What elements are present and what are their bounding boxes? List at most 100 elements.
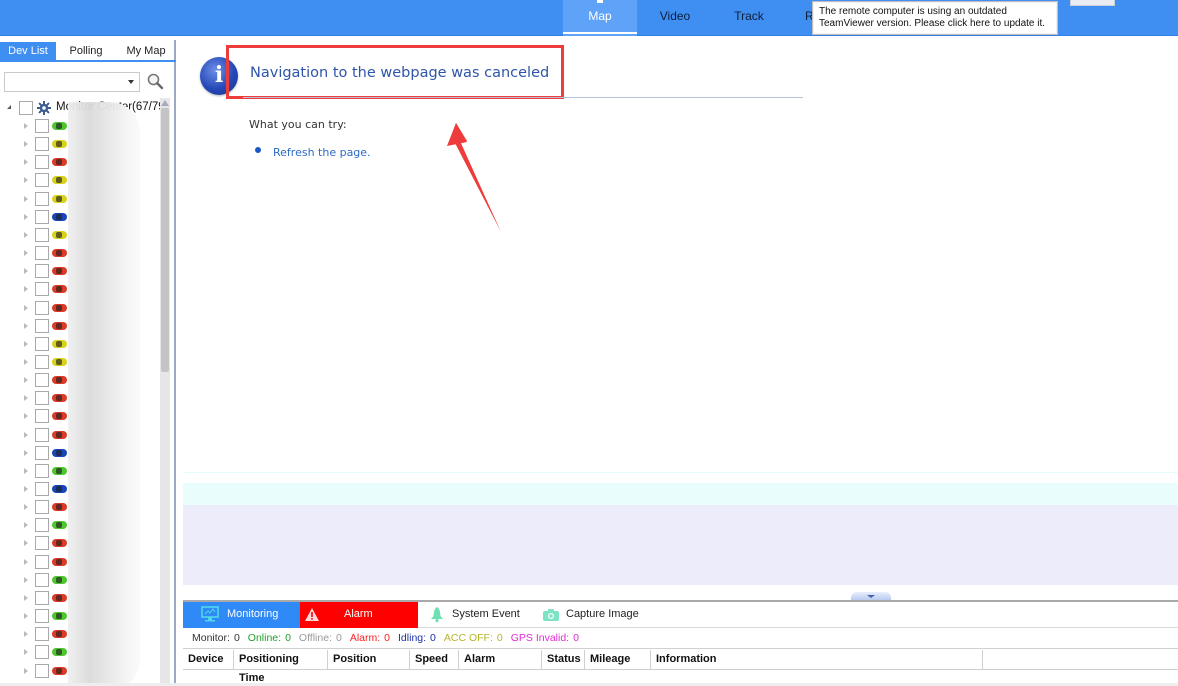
device-checkbox[interactable] [35, 518, 49, 533]
map-content-area: i Navigation to the webpage was canceled… [183, 40, 1178, 600]
expand-icon[interactable] [24, 250, 28, 257]
column-mileage[interactable]: Mileage [585, 650, 651, 670]
expand-icon[interactable] [24, 177, 28, 184]
panel-splitter-handle[interactable] [851, 592, 891, 600]
column-information[interactable]: Information [651, 650, 983, 670]
device-checkbox[interactable] [35, 336, 49, 351]
column-position[interactable]: Position [328, 650, 410, 670]
device-checkbox[interactable] [35, 463, 49, 478]
root-checkbox[interactable] [19, 101, 33, 115]
device-checkbox[interactable] [35, 445, 49, 460]
expand-icon[interactable] [24, 431, 28, 438]
scrollbar-thumb[interactable] [161, 108, 169, 372]
expand-icon[interactable] [24, 540, 28, 547]
expand-icon[interactable] [24, 358, 28, 365]
device-checkbox[interactable] [35, 663, 49, 678]
device-checkbox[interactable] [35, 300, 49, 315]
expand-icon[interactable] [24, 594, 28, 601]
nav-video[interactable]: Video [638, 0, 712, 36]
expand-icon[interactable] [24, 413, 28, 420]
expand-icon[interactable] [24, 141, 28, 148]
column-alarm[interactable]: Alarm [459, 650, 542, 670]
car-yellow-icon [52, 339, 67, 348]
device-checkbox[interactable] [35, 191, 49, 206]
device-checkbox[interactable] [35, 554, 49, 569]
device-tree-scrollbar[interactable] [160, 98, 170, 686]
device-checkbox[interactable] [35, 227, 49, 242]
device-checkbox[interactable] [35, 282, 49, 297]
device-checkbox[interactable] [35, 536, 49, 551]
device-checkbox[interactable] [35, 572, 49, 587]
device-checkbox[interactable] [35, 409, 49, 424]
teamviewer-update-tooltip[interactable]: The remote computer is using an outdated… [812, 1, 1058, 35]
device-checkbox[interactable] [35, 137, 49, 152]
expand-icon[interactable] [24, 268, 28, 275]
device-checkbox[interactable] [35, 264, 49, 279]
expand-icon[interactable] [24, 631, 28, 638]
tab-capture-image[interactable]: Capture Image [526, 602, 646, 628]
expand-icon[interactable] [24, 377, 28, 384]
expand-icon[interactable] [24, 340, 28, 347]
tab-dev-list[interactable]: Dev List [0, 42, 56, 62]
expand-icon[interactable] [24, 667, 28, 674]
column-positioning-time[interactable]: Positioning Time [234, 650, 328, 684]
expand-icon[interactable] [24, 486, 28, 492]
device-checkbox[interactable] [35, 609, 49, 624]
device-checkbox[interactable] [35, 318, 49, 333]
expand-icon[interactable] [24, 522, 28, 529]
device-checkbox[interactable] [35, 482, 49, 496]
nav-map[interactable]: Map [563, 0, 637, 36]
collapse-icon[interactable] [7, 105, 11, 109]
nav-report[interactable]: R [786, 0, 812, 36]
car-red-icon [52, 249, 67, 258]
device-checkbox[interactable] [35, 500, 49, 515]
column-status[interactable]: Status [542, 650, 585, 670]
expand-icon[interactable] [24, 395, 28, 402]
refresh-page-link[interactable]: Refresh the page. [273, 146, 371, 159]
device-checkbox[interactable] [35, 427, 49, 442]
device-checkbox[interactable] [35, 627, 49, 642]
device-checkbox[interactable] [35, 209, 49, 224]
device-checkbox[interactable] [35, 373, 49, 388]
expand-icon[interactable] [24, 558, 28, 565]
tab-capture-image-label: Capture Image [566, 608, 639, 620]
column-speed[interactable]: Speed [410, 650, 459, 670]
stat-label: ACC OFF: [443, 632, 493, 644]
tab-monitoring[interactable]: Monitoring [183, 602, 300, 628]
device-checkbox[interactable] [35, 391, 49, 406]
nav-track[interactable]: Track [712, 0, 786, 36]
expand-icon[interactable] [24, 286, 28, 293]
expand-icon[interactable] [24, 213, 28, 220]
device-checkbox[interactable] [35, 173, 49, 188]
expand-icon[interactable] [24, 195, 28, 202]
device-checkbox[interactable] [35, 354, 49, 369]
expand-icon[interactable] [24, 467, 28, 474]
teamviewer-toolbar[interactable] [1070, 0, 1115, 6]
device-checkbox[interactable] [35, 645, 49, 660]
device-checkbox[interactable] [35, 246, 49, 261]
info-panel-tabs: Monitoring Alarm Information System Even… [183, 602, 1178, 645]
expand-icon[interactable] [24, 576, 28, 583]
expand-icon[interactable] [24, 504, 28, 511]
device-search-combo[interactable] [4, 72, 140, 92]
column-device[interactable]: Device [183, 650, 234, 670]
expand-icon[interactable] [24, 449, 28, 456]
device-checkbox[interactable] [35, 119, 49, 133]
expand-icon[interactable] [24, 231, 28, 238]
device-checkbox[interactable] [35, 590, 49, 605]
device-checkbox[interactable] [35, 155, 49, 170]
expand-icon[interactable] [24, 649, 28, 656]
scroll-up-icon[interactable] [161, 100, 169, 106]
tab-alarm-information[interactable]: Alarm Information [300, 602, 418, 645]
tab-polling[interactable]: Polling [58, 42, 114, 62]
tab-my-map[interactable]: My Map [116, 42, 176, 62]
tab-system-event[interactable]: System Event [418, 602, 526, 628]
stat-label: Offline: [298, 632, 332, 644]
car-blue-icon [52, 485, 67, 493]
expand-icon[interactable] [24, 613, 28, 620]
search-icon[interactable] [146, 72, 164, 90]
expand-icon[interactable] [24, 123, 28, 129]
expand-icon[interactable] [24, 322, 28, 329]
expand-icon[interactable] [24, 304, 28, 311]
expand-icon[interactable] [24, 159, 28, 166]
